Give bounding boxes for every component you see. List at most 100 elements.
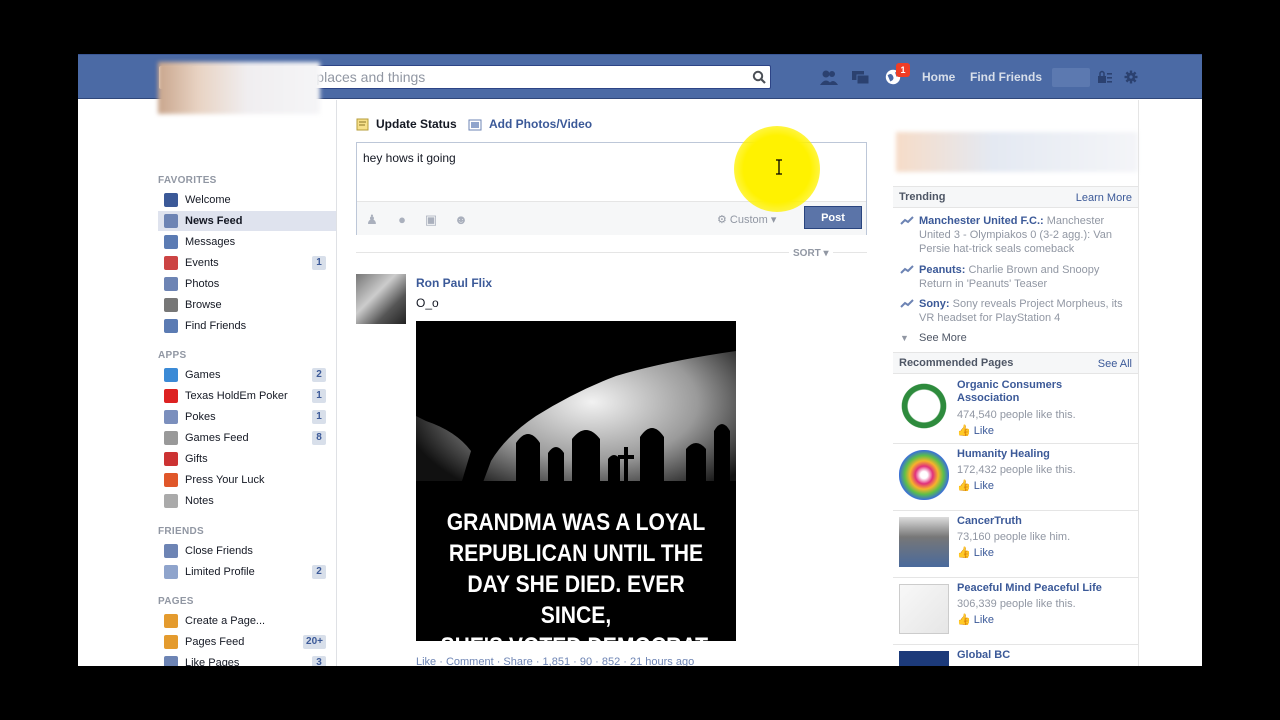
peaceful-mind-logo[interactable] (899, 584, 949, 634)
settings-gear-icon[interactable] (1124, 70, 1138, 84)
feeling-smiley-icon[interactable]: ☻ (454, 213, 468, 227)
sidebar-item-browse[interactable]: Browse (158, 295, 336, 315)
trending-header: Trending Learn More (893, 186, 1138, 208)
sidebar-item-welcome[interactable]: Welcome (158, 190, 336, 210)
see-more-link[interactable]: ▼ See More (900, 331, 1128, 345)
profile-link[interactable] (1052, 68, 1090, 87)
facebook-window: f 1 Home Find Friends FAVORITES APPS FRI… (78, 54, 1202, 666)
sort-menu[interactable]: SORT ▾ (789, 248, 833, 259)
page-name[interactable]: CancerTruth (957, 515, 1127, 528)
count-badge: 1 (312, 389, 326, 403)
trending-item[interactable]: Sony: Sony reveals Project Morpheus, its… (900, 297, 1128, 325)
meme-line: GRANDMA WAS A LOYAL (446, 509, 706, 536)
search-icon[interactable] (752, 70, 766, 84)
meme-line: REPUBLICAN UNTIL THE (448, 540, 704, 567)
sidebar-item-label: Like Pages (185, 657, 240, 666)
sidebar-item-pokes[interactable]: Pokes 1 (158, 407, 336, 427)
page-name[interactable]: Organic Consumers Association (957, 379, 1127, 405)
sidebar-item-label: Close Friends (185, 545, 253, 557)
page-like-count: 474,540 people like this. (957, 409, 1076, 421)
friends-heading: FRIENDS (158, 526, 204, 537)
messages-jewel-icon[interactable] (851, 69, 871, 87)
sidebar-item-label: Games Feed (185, 432, 249, 444)
trending-item[interactable]: Manchester United F.C.: Manchester Unite… (900, 214, 1128, 256)
count-badge: 1 (312, 410, 326, 424)
sidebar-item-label: Events (185, 257, 219, 269)
count-badge: 2 (312, 565, 326, 579)
trending-item[interactable]: Peanuts: Charlie Brown and Snoopy Return… (900, 263, 1128, 291)
chevron-down-icon: ▾ (820, 248, 829, 259)
calendar-icon (164, 256, 178, 270)
gear-icon: ⚙ (717, 214, 730, 226)
camera-icon[interactable]: ▣ (424, 213, 438, 227)
gift-icon (164, 452, 178, 466)
sidebar-item-create-a-page[interactable]: Create a Page... (158, 611, 336, 631)
privacy-shortcuts-icon[interactable] (1097, 70, 1113, 84)
page-like-button[interactable]: 👍 Like (957, 479, 994, 492)
post-image[interactable]: GRANDMA WAS A LOYAL REPUBLICAN UNTIL THE… (416, 321, 736, 641)
page-name[interactable]: Global BC (957, 649, 1127, 662)
sidebar-item-like-pages[interactable]: Like Pages 3 (158, 653, 336, 666)
sort-label: SORT (793, 248, 821, 259)
audience-selector[interactable]: ⚙ Custom ▾ (717, 213, 776, 226)
page-name[interactable]: Peaceful Mind Peaceful Life (957, 582, 1127, 595)
trending-headline: Sony reveals Project Morpheus, its VR he… (919, 298, 1123, 324)
tab-add-photos-video[interactable]: Add Photos/Video (489, 117, 592, 131)
sidebar-item-photos[interactable]: Photos (158, 274, 336, 294)
post-author-avatar[interactable] (356, 274, 406, 324)
sidebar-item-press-your-luck[interactable]: Press Your Luck (158, 470, 336, 490)
global-bc-logo[interactable] (899, 651, 949, 666)
sidebar-item-find-friends[interactable]: Find Friends (158, 316, 336, 336)
page-like-button[interactable]: 👍 Like (957, 546, 994, 559)
post-author-name[interactable]: Ron Paul Flix (416, 276, 492, 290)
tab-update-status[interactable]: Update Status (376, 117, 457, 131)
sidebar-item-label: Find Friends (185, 320, 247, 332)
apps-heading: APPS (158, 350, 187, 361)
composer-textarea[interactable]: hey hows it going (363, 151, 456, 165)
trending-arrow-icon (900, 265, 914, 274)
sidebar-item-messages[interactable]: Messages (158, 232, 336, 252)
sidebar-item-pages-feed[interactable]: Pages Feed 20+ (158, 632, 336, 652)
learn-more-link[interactable]: Learn More (1076, 192, 1132, 204)
humanity-healing-logo[interactable] (899, 450, 949, 500)
like-label: Like (973, 614, 994, 626)
post-button[interactable]: Post (804, 206, 862, 229)
sidebar-item-label: Messages (185, 236, 236, 248)
sidebar-item-events[interactable]: Events 1 (158, 253, 336, 273)
sidebar-item-label: Texas HoldEm Poker (185, 390, 288, 402)
tag-friends-icon[interactable]: ♟ (365, 213, 379, 227)
recommended-page-item: Peaceful Mind Peaceful Life 306,339 peopl… (893, 578, 1138, 645)
count-badge: 8 (312, 431, 326, 445)
sidebar-item-label: Browse (185, 299, 222, 311)
trending-topic: Peanuts: (919, 264, 966, 276)
sidebar-item-games-feed[interactable]: Games Feed 8 (158, 428, 336, 448)
like-label: Like (973, 480, 994, 492)
location-pin-icon[interactable]: ● (395, 213, 409, 227)
organic-consumers-logo[interactable] (899, 381, 949, 431)
sidebar-item-news-feed[interactable]: News Feed (158, 211, 336, 231)
chevron-down-icon: ▾ (767, 214, 777, 226)
friends-icon (164, 319, 178, 333)
sidebar-item-limited-profile[interactable]: Limited Profile 2 (158, 562, 336, 582)
find-friends-link[interactable]: Find Friends (970, 70, 1042, 84)
sidebar-item-close-friends[interactable]: Close Friends (158, 541, 336, 561)
right-column-header (896, 132, 1138, 172)
cancertruth-photo[interactable] (899, 517, 949, 567)
sidebar-item-games[interactable]: Games 2 (158, 365, 336, 385)
favorites-heading: FAVORITES (158, 175, 217, 186)
like-label: Like (973, 425, 994, 437)
post-action-bar[interactable]: Like · Comment · Share · 1,851 · 90 · 85… (416, 656, 694, 666)
sidebar-item-notes[interactable]: Notes (158, 491, 336, 511)
friend-requests-icon[interactable] (819, 69, 839, 87)
profile-header[interactable] (158, 62, 320, 114)
page-like-count: 73,160 people like him. (957, 531, 1071, 543)
page-like-button[interactable]: 👍 Like (957, 424, 994, 437)
sidebar-item-texas-holdem-poker[interactable]: Texas HoldEm Poker 1 (158, 386, 336, 406)
page-name[interactable]: Humanity Healing (957, 448, 1127, 461)
recommended-page-item: Global BC (893, 645, 1138, 666)
sidebar-item-gifts[interactable]: Gifts (158, 449, 336, 469)
page-like-button[interactable]: 👍 Like (957, 613, 994, 626)
see-all-link[interactable]: See All (1098, 358, 1132, 370)
sidebar-item-label: Photos (185, 278, 220, 290)
home-link[interactable]: Home (922, 70, 955, 84)
